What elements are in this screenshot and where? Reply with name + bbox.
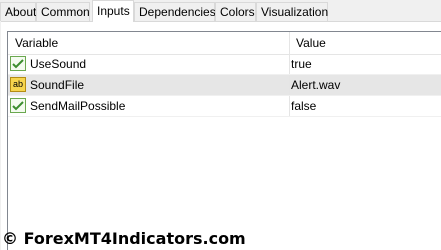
boolean-icon	[10, 98, 26, 113]
column-divider[interactable]	[289, 32, 290, 54]
tab-colors[interactable]: Colors	[215, 2, 256, 21]
table-row[interactable]: SendMailPossible false	[8, 96, 441, 117]
column-header-variable[interactable]: Variable	[15, 36, 58, 50]
column-header-value[interactable]: Value	[296, 36, 326, 50]
tab-bar: About Common Inputs Dependencies Colors …	[0, 0, 441, 22]
watermark-text: ForexMT4Indicators.com	[23, 229, 246, 248]
copyright-symbol: ©	[2, 229, 18, 248]
variable-value[interactable]: Alert.wav	[291, 78, 340, 92]
string-ab-icon: ab	[10, 77, 26, 92]
inputs-table: Variable Value UseSound true ab SoundFil…	[7, 31, 441, 250]
column-divider	[289, 96, 290, 116]
variable-name: SendMailPossible	[30, 99, 126, 113]
column-divider	[289, 54, 290, 74]
tab-visualization[interactable]: Visualization	[256, 2, 328, 21]
tab-common[interactable]: Common	[36, 2, 90, 21]
variable-name: SoundFile	[30, 78, 85, 92]
tab-dependencies[interactable]: Dependencies	[134, 2, 216, 21]
variable-value[interactable]: false	[291, 99, 316, 113]
variable-value[interactable]: true	[291, 57, 312, 71]
tab-about[interactable]: About	[0, 2, 36, 21]
watermark: © ForexMT4Indicators.com	[2, 229, 246, 248]
column-divider	[289, 75, 290, 95]
variable-name: UseSound	[30, 57, 87, 71]
tab-inputs[interactable]: Inputs	[92, 0, 134, 22]
table-header: Variable Value	[8, 32, 441, 55]
boolean-icon	[10, 56, 26, 71]
table-row[interactable]: ab SoundFile Alert.wav	[8, 75, 441, 96]
table-row[interactable]: UseSound true	[8, 54, 441, 75]
